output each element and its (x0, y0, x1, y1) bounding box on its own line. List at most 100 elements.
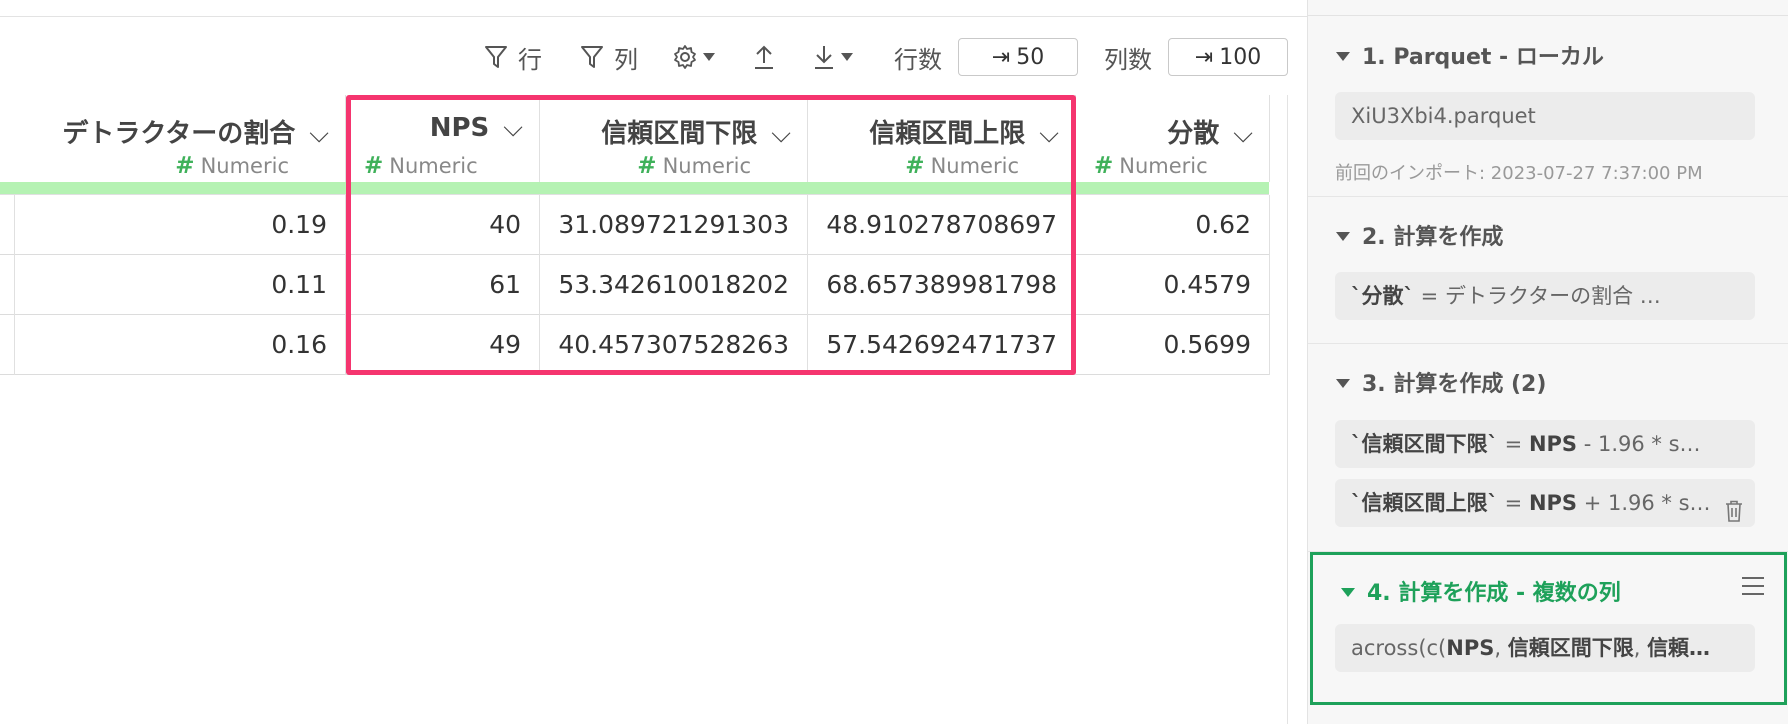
data-grid-area: 行 列 行数 ⇥ 50 列数 ⇥ 100 デトラクターの割合 ⌵ # Numer… (0, 0, 1307, 724)
file-name: XiU3Xbi4.parquet (1351, 104, 1536, 128)
column-header[interactable]: 信頼区間上限 ⌵ # Numeric (808, 95, 1076, 182)
filter-icon (484, 44, 508, 70)
download-icon (812, 43, 836, 71)
step-expression-box[interactable]: `信頼区間下限` = NPS - 1.96 * s… (1335, 420, 1755, 468)
expression-ref: 信頼区間下限 (1507, 636, 1634, 660)
rows-count-value: 50 (1016, 44, 1045, 70)
divider (1308, 0, 1788, 16)
rows-count-stepper[interactable]: ⇥ 50 (958, 38, 1078, 76)
column-filter-label: 列 (614, 45, 638, 74)
settings-button[interactable] (672, 40, 716, 74)
column-name: デトラクターの割合 (62, 119, 296, 149)
expression-ref: NPS (1446, 636, 1495, 660)
rows-count-label: 行数 (894, 45, 942, 74)
table-cell[interactable]: 48.910278708697 (808, 195, 1076, 255)
expression-ref: NPS (1528, 432, 1578, 456)
steps-panel: 1. Parquet - ローカル XiU3Xbi4.parquet 前回のイン… (1307, 0, 1788, 724)
caret-down-icon[interactable] (1336, 378, 1350, 388)
chevron-down-icon[interactable]: ⌵ (1233, 119, 1253, 149)
column-type: Numeric (930, 154, 1019, 178)
table-cell[interactable]: 0.19 (0, 195, 346, 255)
numeric-type-icon: # (1094, 153, 1114, 179)
table-cell[interactable]: 0.11 (0, 255, 346, 315)
arrow-right-bar-icon: ⇥ (1194, 44, 1214, 70)
table-cell[interactable]: 68.657389981798 (808, 255, 1076, 315)
expression-column: `信頼区間下限` (1351, 432, 1498, 456)
numeric-type-icon: # (364, 153, 384, 179)
header-accent-bar (0, 182, 1269, 194)
expression-ref: 信頼… (1647, 636, 1711, 660)
caret-down-icon[interactable] (1341, 587, 1355, 597)
step-expression-box[interactable]: across(c(NPS, 信頼区間下限, 信頼… (1335, 624, 1755, 672)
caret-down-icon (840, 52, 854, 62)
table-cell[interactable]: 0.4579 (1076, 255, 1270, 315)
chevron-down-icon[interactable]: ⌵ (503, 113, 523, 143)
divider (0, 16, 1307, 17)
download-button[interactable] (812, 40, 854, 74)
step-expression-box[interactable]: `信頼区間上限` = NPS + 1.96 * s… (1335, 479, 1755, 527)
cols-count-stepper[interactable]: ⇥ 100 (1168, 38, 1288, 76)
step-title: 4. 計算を作成 - 複数の列 (1367, 581, 1621, 606)
table-cell[interactable]: 0.16 (0, 315, 346, 375)
trash-icon[interactable] (1725, 491, 1743, 527)
table-cell[interactable]: 49 (346, 315, 540, 375)
table-cell[interactable]: 31.089721291303 (540, 195, 808, 255)
expression-body: + 1.96 * s… (1577, 491, 1711, 515)
import-timestamp: 前回のインポート: 2023-07-27 7:37:00 PM (1335, 163, 1703, 184)
expression-column: `信頼区間上限` (1351, 491, 1498, 515)
expression-sep: , (1494, 636, 1508, 660)
table-cell[interactable]: 40.457307528263 (540, 315, 808, 375)
vertical-scrollbar[interactable] (1287, 95, 1288, 724)
chevron-down-icon[interactable]: ⌵ (771, 119, 791, 149)
step-title: 1. Parquet - ローカル (1362, 45, 1604, 70)
column-filter-button[interactable]: 列 (580, 40, 638, 74)
expression-sep: , (1633, 636, 1648, 660)
step-2[interactable]: 2. 計算を作成 `分散` = デトラクターの割合 … (1308, 197, 1788, 344)
row-filter-label: 行 (518, 45, 542, 74)
cols-count-label: 列数 (1104, 45, 1152, 74)
column-name: 信頼区間下限 (601, 119, 758, 149)
caret-down-icon[interactable] (1336, 231, 1350, 241)
expression-op: = (1498, 432, 1529, 456)
cols-count-value: 100 (1219, 44, 1262, 70)
table-cell[interactable]: 57.542692471737 (808, 315, 1076, 375)
caret-down-icon (702, 52, 716, 62)
numeric-type-icon: # (637, 153, 657, 179)
menu-icon[interactable] (1742, 577, 1764, 601)
upload-button[interactable] (752, 40, 776, 74)
expression-ref: NPS (1528, 491, 1578, 515)
chevron-down-icon[interactable]: ⌵ (1039, 119, 1059, 149)
column-header[interactable]: 分散 ⌵ # Numeric (1076, 95, 1270, 182)
step-title: 3. 計算を作成 (2) (1362, 372, 1547, 397)
step-4[interactable]: 4. 計算を作成 - 複数の列 across(c(NPS, 信頼区間下限, 信頼… (1310, 552, 1787, 705)
table-cell[interactable]: 40 (346, 195, 540, 255)
numeric-type-icon: # (175, 153, 195, 179)
chevron-down-icon[interactable]: ⌵ (309, 119, 329, 149)
expression-column: `分散` (1351, 284, 1414, 308)
expression-body: - 1.96 * s… (1577, 432, 1701, 456)
column-header[interactable]: デトラクターの割合 ⌵ # Numeric (0, 95, 346, 182)
table-cell[interactable]: 0.62 (1076, 195, 1270, 255)
step-title: 2. 計算を作成 (1362, 225, 1504, 250)
expression-body: = デトラクターの割合 … (1414, 284, 1661, 308)
column-header[interactable]: 信頼区間下限 ⌵ # Numeric (540, 95, 808, 182)
gear-icon (672, 44, 698, 70)
filter-icon (580, 44, 604, 70)
expression-body: across(c( (1351, 636, 1447, 660)
caret-down-icon[interactable] (1336, 51, 1350, 61)
step-3[interactable]: 3. 計算を作成 (2) `信頼区間下限` = NPS - 1.96 * s… … (1308, 344, 1788, 552)
table-cell[interactable]: 53.342610018202 (540, 255, 808, 315)
column-name: 分散 (1167, 119, 1220, 149)
step-expression-box[interactable]: `分散` = デトラクターの割合 … (1335, 272, 1755, 320)
column-type: Numeric (389, 154, 478, 178)
table-cell[interactable]: 0.5699 (1076, 315, 1270, 375)
row-filter-button[interactable]: 行 (484, 40, 542, 74)
table-row: 0.19 40 31.089721291303 48.910278708697 … (0, 195, 1270, 255)
table-cell[interactable]: 61 (346, 255, 540, 315)
step-source-box[interactable]: XiU3Xbi4.parquet (1335, 92, 1755, 140)
numeric-type-icon: # (905, 153, 925, 179)
step-1[interactable]: 1. Parquet - ローカル XiU3Xbi4.parquet 前回のイン… (1308, 17, 1788, 197)
column-header[interactable]: NPS ⌵ # Numeric (346, 95, 540, 182)
column-type: Numeric (1119, 154, 1208, 178)
column-name: NPS (429, 113, 490, 143)
